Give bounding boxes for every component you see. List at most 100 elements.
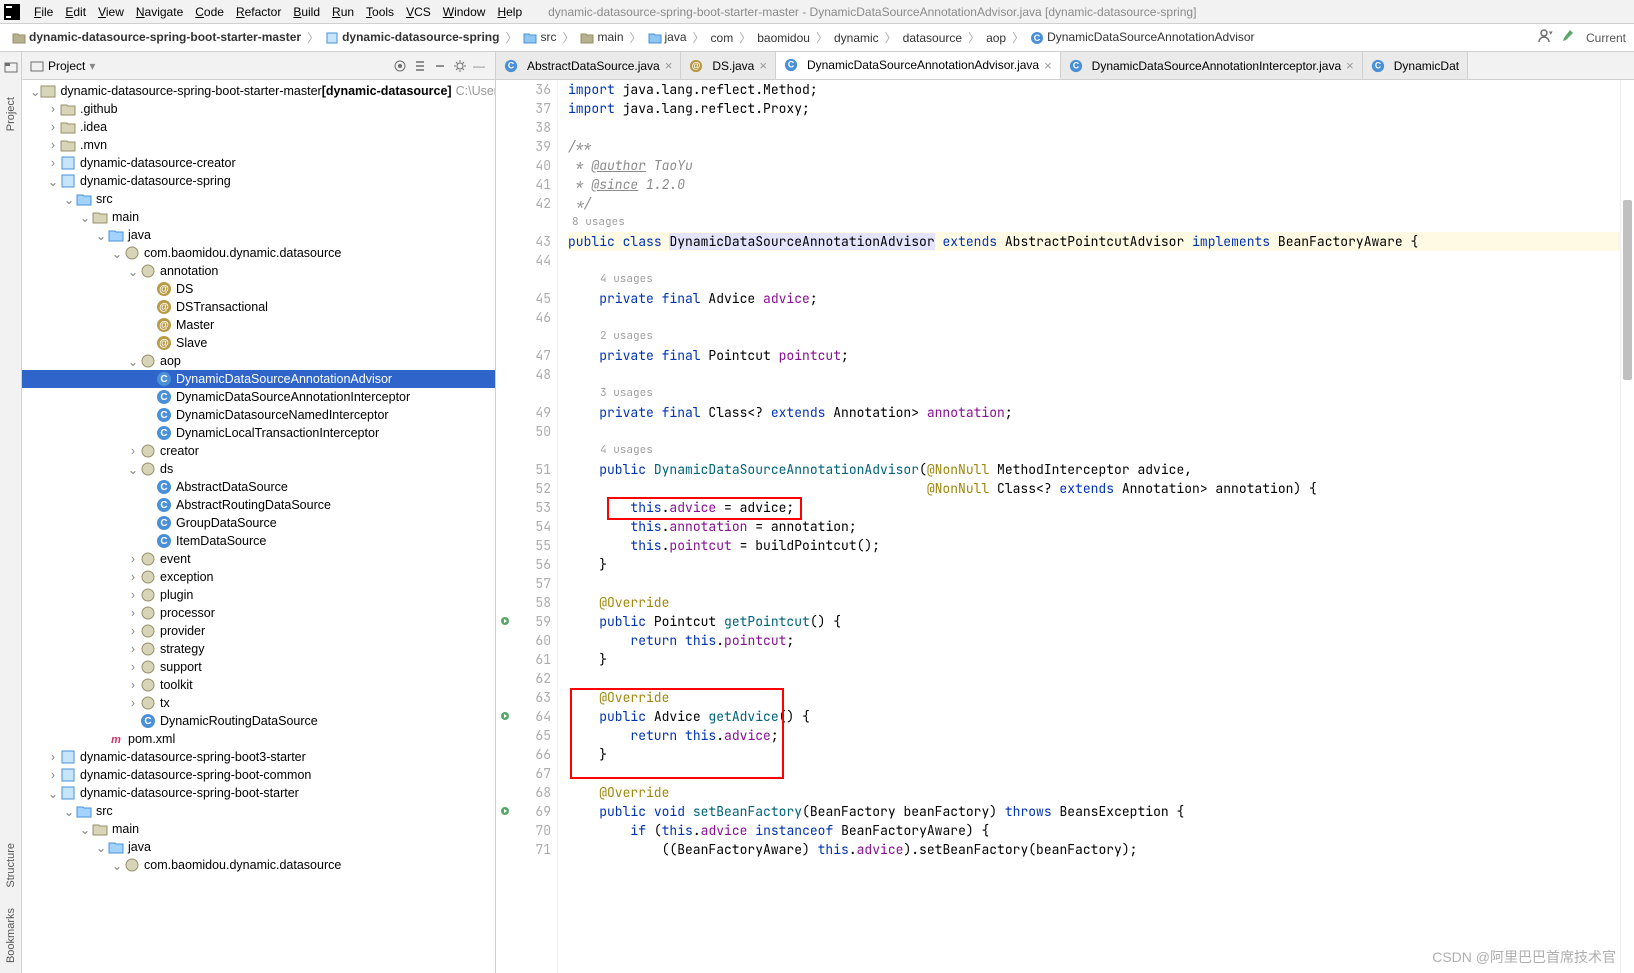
- tree-item-java[interactable]: ⌄java: [22, 838, 495, 856]
- tree-item-ItemDataSource[interactable]: CItemDataSource: [22, 532, 495, 550]
- tree-item-.github[interactable]: ›.github: [22, 100, 495, 118]
- menu-navigate[interactable]: Navigate: [130, 5, 189, 19]
- tree-item-dynamic-datasource-creator[interactable]: ›dynamic-datasource-creator: [22, 154, 495, 172]
- tree-item-annotation[interactable]: ⌄annotation: [22, 262, 495, 280]
- tree-item-.idea[interactable]: ›.idea: [22, 118, 495, 136]
- breadcrumb-main[interactable]: main: [576, 30, 627, 45]
- rail-project-label[interactable]: Project: [5, 97, 17, 131]
- breadcrumb-aop[interactable]: aop: [982, 31, 1010, 45]
- tree-item-AbstractDataSource[interactable]: CAbstractDataSource: [22, 478, 495, 496]
- dropdown-icon[interactable]: ▾: [89, 59, 95, 73]
- tree-item-toolkit[interactable]: ›toolkit: [22, 676, 495, 694]
- tree-item-aop[interactable]: ⌄aop: [22, 352, 495, 370]
- svg-text:C: C: [788, 60, 795, 70]
- tree-item-ds[interactable]: ⌄ds: [22, 460, 495, 478]
- menu-file[interactable]: File: [28, 5, 59, 19]
- tab-AbstractDataSource.java[interactable]: CAbstractDataSource.java×: [496, 52, 681, 79]
- menu-tools[interactable]: Tools: [360, 5, 400, 19]
- menu-build[interactable]: Build: [287, 5, 326, 19]
- tree-item-pom.xml[interactable]: mpom.xml: [22, 730, 495, 748]
- tree-item-provider[interactable]: ›provider: [22, 622, 495, 640]
- user-icon[interactable]: ▾: [1538, 28, 1554, 47]
- rail-project-icon[interactable]: [4, 60, 18, 77]
- tree-item-dynamic-datasource-spring-boot-starter[interactable]: ⌄dynamic-datasource-spring-boot-starter: [22, 784, 495, 802]
- code-editor[interactable]: 3637383940414243444546474849505152535455…: [496, 80, 1634, 973]
- tree-item-exception[interactable]: ›exception: [22, 568, 495, 586]
- menu-run[interactable]: Run: [326, 5, 360, 19]
- tree-item-plugin[interactable]: ›plugin: [22, 586, 495, 604]
- tree-item-event[interactable]: ›event: [22, 550, 495, 568]
- breadcrumb-DynamicDataSourceAnnotationAdvisor[interactable]: CDynamicDataSourceAnnotationAdvisor: [1026, 30, 1258, 45]
- close-icon[interactable]: ×: [759, 58, 767, 73]
- tree-item-.mvn[interactable]: ›.mvn: [22, 136, 495, 154]
- menu-refactor[interactable]: Refactor: [230, 5, 287, 19]
- select-opened-file-icon[interactable]: [393, 59, 407, 73]
- breadcrumb-dynamic-datasource-spring[interactable]: dynamic-datasource-spring: [321, 30, 503, 45]
- tree-item-AbstractRoutingDataSource[interactable]: CAbstractRoutingDataSource: [22, 496, 495, 514]
- tree-item-com.baomidou.dynamic.datasource[interactable]: ⌄com.baomidou.dynamic.datasource: [22, 244, 495, 262]
- rail-structure-label[interactable]: Structure: [5, 843, 17, 888]
- tree-item-support[interactable]: ›support: [22, 658, 495, 676]
- tree-item-dynamic-datasource-spring-boot3-starter[interactable]: ›dynamic-datasource-spring-boot3-starter: [22, 748, 495, 766]
- breadcrumb-com[interactable]: com: [707, 31, 738, 45]
- code-content[interactable]: import java.lang.reflect.Method;import j…: [564, 80, 1620, 973]
- project-tree[interactable]: ⌄dynamic-datasource-spring-boot-starter-…: [22, 80, 495, 973]
- vertical-scrollbar[interactable]: [1620, 80, 1634, 973]
- breadcrumb-java[interactable]: java: [644, 30, 691, 45]
- collapse-all-icon[interactable]: [433, 59, 447, 73]
- tree-item-tx[interactable]: ›tx: [22, 694, 495, 712]
- project-panel-header: Project ▾ —: [22, 52, 495, 80]
- menu-vcs[interactable]: VCS: [400, 5, 437, 19]
- tree-item-src[interactable]: ⌄src: [22, 802, 495, 820]
- menu-window[interactable]: Window: [437, 5, 492, 19]
- svg-text:C: C: [160, 374, 167, 385]
- tree-item-DynamicLocalTransactionInterceptor[interactable]: CDynamicLocalTransactionInterceptor: [22, 424, 495, 442]
- gutter: 3637383940414243444546474849505152535455…: [496, 80, 558, 973]
- hide-icon[interactable]: —: [473, 59, 487, 73]
- tab-DynamicDataSourceAnnotationInterceptor.java[interactable]: CDynamicDataSourceAnnotationInterceptor.…: [1061, 52, 1363, 79]
- menu-view[interactable]: View: [92, 5, 130, 19]
- tree-item-DynamicDataSourceAnnotationAdvisor[interactable]: CDynamicDataSourceAnnotationAdvisor: [22, 370, 495, 388]
- close-icon[interactable]: ×: [1346, 58, 1354, 73]
- tree-item-dynamic-datasource-spring-boot-common[interactable]: ›dynamic-datasource-spring-boot-common: [22, 766, 495, 784]
- tree-item-dynamic-datasource-spring-boot-starter-master[interactable]: ⌄dynamic-datasource-spring-boot-starter-…: [22, 82, 495, 100]
- breadcrumb-dynamic[interactable]: dynamic: [830, 31, 883, 45]
- tree-item-DS[interactable]: @DS: [22, 280, 495, 298]
- tree-item-GroupDataSource[interactable]: CGroupDataSource: [22, 514, 495, 532]
- settings-icon[interactable]: [453, 59, 467, 73]
- tree-item-strategy[interactable]: ›strategy: [22, 640, 495, 658]
- build-icon[interactable]: [1562, 28, 1578, 47]
- tree-item-DSTransactional[interactable]: @DSTransactional: [22, 298, 495, 316]
- tree-item-DynamicDataSourceAnnotationInterceptor[interactable]: CDynamicDataSourceAnnotationInterceptor: [22, 388, 495, 406]
- tree-item-main[interactable]: ⌄main: [22, 208, 495, 226]
- expand-all-icon[interactable]: [413, 59, 427, 73]
- breadcrumb-dynamic-datasource-spring-boot-starter-master[interactable]: dynamic-datasource-spring-boot-starter-m…: [8, 30, 305, 45]
- close-icon[interactable]: ×: [1044, 58, 1052, 73]
- tree-item-main[interactable]: ⌄main: [22, 820, 495, 838]
- tab-DS.java[interactable]: @DS.java×: [681, 52, 776, 79]
- tree-item-DynamicRoutingDataSource[interactable]: CDynamicRoutingDataSource: [22, 712, 495, 730]
- rail-bookmarks-label[interactable]: Bookmarks: [5, 908, 17, 963]
- menu-help[interactable]: Help: [491, 5, 528, 19]
- close-icon[interactable]: ×: [665, 58, 673, 73]
- svg-text:C: C: [160, 428, 167, 439]
- tree-item-creator[interactable]: ›creator: [22, 442, 495, 460]
- menu-edit[interactable]: Edit: [59, 5, 92, 19]
- svg-text:@: @: [159, 320, 169, 331]
- app-icon: [4, 4, 20, 20]
- svg-text:C: C: [1073, 60, 1080, 70]
- tree-item-processor[interactable]: ›processor: [22, 604, 495, 622]
- tree-item-src[interactable]: ⌄src: [22, 190, 495, 208]
- breadcrumb-datasource[interactable]: datasource: [899, 31, 966, 45]
- tab-DynamicDat[interactable]: CDynamicDat: [1363, 52, 1468, 79]
- tree-item-dynamic-datasource-spring[interactable]: ⌄dynamic-datasource-spring: [22, 172, 495, 190]
- tree-item-com.baomidou.dynamic.datasource[interactable]: ⌄com.baomidou.dynamic.datasource: [22, 856, 495, 874]
- tree-item-java[interactable]: ⌄java: [22, 226, 495, 244]
- menu-code[interactable]: Code: [189, 5, 230, 19]
- breadcrumb-src[interactable]: src: [519, 30, 560, 45]
- tree-item-DynamicDatasourceNamedInterceptor[interactable]: CDynamicDatasourceNamedInterceptor: [22, 406, 495, 424]
- tab-DynamicDataSourceAnnotationAdvisor.java[interactable]: CDynamicDataSourceAnnotationAdvisor.java…: [776, 52, 1061, 80]
- tree-item-Slave[interactable]: @Slave: [22, 334, 495, 352]
- tree-item-Master[interactable]: @Master: [22, 316, 495, 334]
- breadcrumb-baomidou[interactable]: baomidou: [753, 31, 814, 45]
